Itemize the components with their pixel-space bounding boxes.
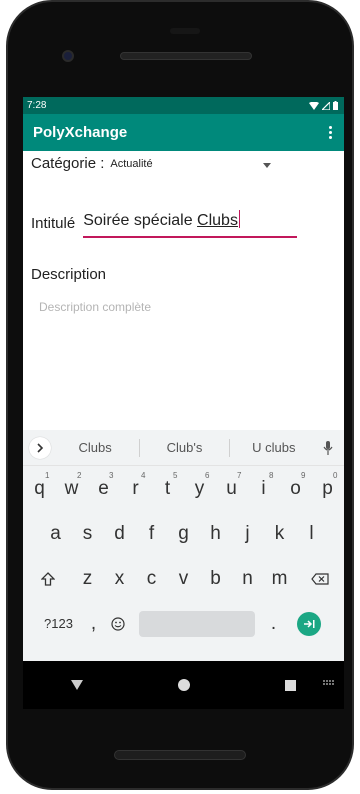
app-title: PolyXchange: [33, 124, 128, 141]
description-label: Description: [31, 266, 107, 283]
shift-icon: [40, 571, 55, 586]
signal-icon: [322, 101, 330, 110]
key-i[interactable]: i8: [248, 469, 280, 509]
emoji-icon: [110, 616, 125, 631]
screen: 7:28 PolyXchange Catégorie : Actualité I…: [23, 97, 344, 709]
key-v[interactable]: v: [168, 559, 200, 599]
top-speaker: [120, 52, 252, 60]
key-s[interactable]: s: [72, 514, 104, 554]
key-e[interactable]: e3: [88, 469, 120, 509]
suggestion-3[interactable]: U clubs: [230, 440, 318, 455]
title-text-prefix: Soirée spéciale: [83, 212, 198, 229]
soft-keyboard: Clubs Club's U clubs q1 w2 e3 r4 t5 y6 u…: [23, 430, 344, 661]
space-key[interactable]: [138, 610, 255, 637]
chevron-right-icon: [37, 442, 44, 453]
navigation-bar: [23, 661, 344, 709]
title-input[interactable]: Soirée spéciale Clubs: [83, 206, 298, 238]
title-input-text: Soirée spéciale Clubs: [83, 210, 240, 230]
back-icon[interactable]: [70, 680, 83, 690]
mic-icon[interactable]: [318, 440, 338, 455]
title-field-row: Intitulé Soirée spéciale Clubs: [31, 206, 298, 238]
key-row-4: ?123 , .: [23, 601, 344, 646]
key-p[interactable]: p0: [312, 469, 344, 509]
text-caret: [238, 210, 240, 228]
suggestion-2[interactable]: Club's: [140, 440, 228, 455]
key-z[interactable]: z: [72, 559, 104, 599]
symbols-key[interactable]: ?123: [35, 604, 83, 644]
category-value: Actualité: [110, 157, 153, 170]
key-l[interactable]: l: [296, 514, 328, 554]
suggestion-bar: Clubs Club's U clubs: [23, 430, 344, 466]
title-label: Intitulé: [31, 215, 76, 232]
backspace-icon: [310, 572, 329, 585]
category-spinner[interactable]: Catégorie : Actualité: [31, 155, 291, 172]
title-text-composing: Clubs: [197, 212, 238, 229]
wifi-icon: [309, 101, 319, 110]
key-k[interactable]: k: [264, 514, 296, 554]
title-input-underline: [83, 236, 298, 238]
top-sensor: [170, 28, 200, 34]
key-g[interactable]: g: [168, 514, 200, 554]
suggestion-1[interactable]: Clubs: [51, 440, 139, 455]
recent-apps-icon[interactable]: [285, 679, 297, 691]
key-q[interactable]: q1: [24, 469, 56, 509]
key-u[interactable]: u7: [216, 469, 248, 509]
key-a[interactable]: a: [40, 514, 72, 554]
key-h[interactable]: h: [200, 514, 232, 554]
key-c[interactable]: c: [136, 559, 168, 599]
battery-icon: [333, 101, 338, 110]
key-w[interactable]: w2: [56, 469, 88, 509]
form-content: Catégorie : Actualité Intitulé Soirée sp…: [23, 151, 344, 430]
key-x[interactable]: x: [104, 559, 136, 599]
bottom-speaker: [114, 750, 246, 760]
key-t[interactable]: t5: [152, 469, 184, 509]
status-time: 7:28: [27, 100, 47, 111]
front-camera: [62, 50, 74, 62]
key-row-3: z x c v b n m: [23, 556, 344, 601]
category-label: Catégorie :: [31, 155, 105, 172]
key-f[interactable]: f: [136, 514, 168, 554]
key-row-2: a s d f g h j k l: [23, 511, 344, 556]
key-n[interactable]: n: [232, 559, 264, 599]
keyboard-switch-icon[interactable]: [323, 680, 334, 685]
key-y[interactable]: y6: [184, 469, 216, 509]
description-input[interactable]: Description complète: [39, 300, 151, 314]
enter-key[interactable]: [285, 604, 333, 644]
suggestion-expand-button[interactable]: [29, 436, 51, 459]
key-d[interactable]: d: [104, 514, 136, 554]
backspace-key[interactable]: [296, 559, 344, 599]
dropdown-arrow-icon: [263, 163, 271, 168]
key-j[interactable]: j: [232, 514, 264, 554]
status-bar: 7:28: [23, 97, 344, 114]
key-o[interactable]: o9: [280, 469, 312, 509]
enter-icon: [296, 611, 321, 636]
key-b[interactable]: b: [200, 559, 232, 599]
overflow-menu-icon[interactable]: [325, 122, 336, 143]
comma-key[interactable]: ,: [83, 604, 105, 644]
app-bar: PolyXchange: [23, 114, 344, 151]
key-m[interactable]: m: [264, 559, 296, 599]
shift-key[interactable]: [24, 559, 72, 599]
key-r[interactable]: r4: [120, 469, 152, 509]
period-key[interactable]: .: [263, 604, 285, 644]
status-icons: [309, 101, 338, 110]
emoji-key[interactable]: [105, 604, 131, 644]
home-icon[interactable]: [177, 679, 190, 691]
key-row-1: q1 w2 e3 r4 t5 y6 u7 i8 o9 p0: [23, 466, 344, 511]
